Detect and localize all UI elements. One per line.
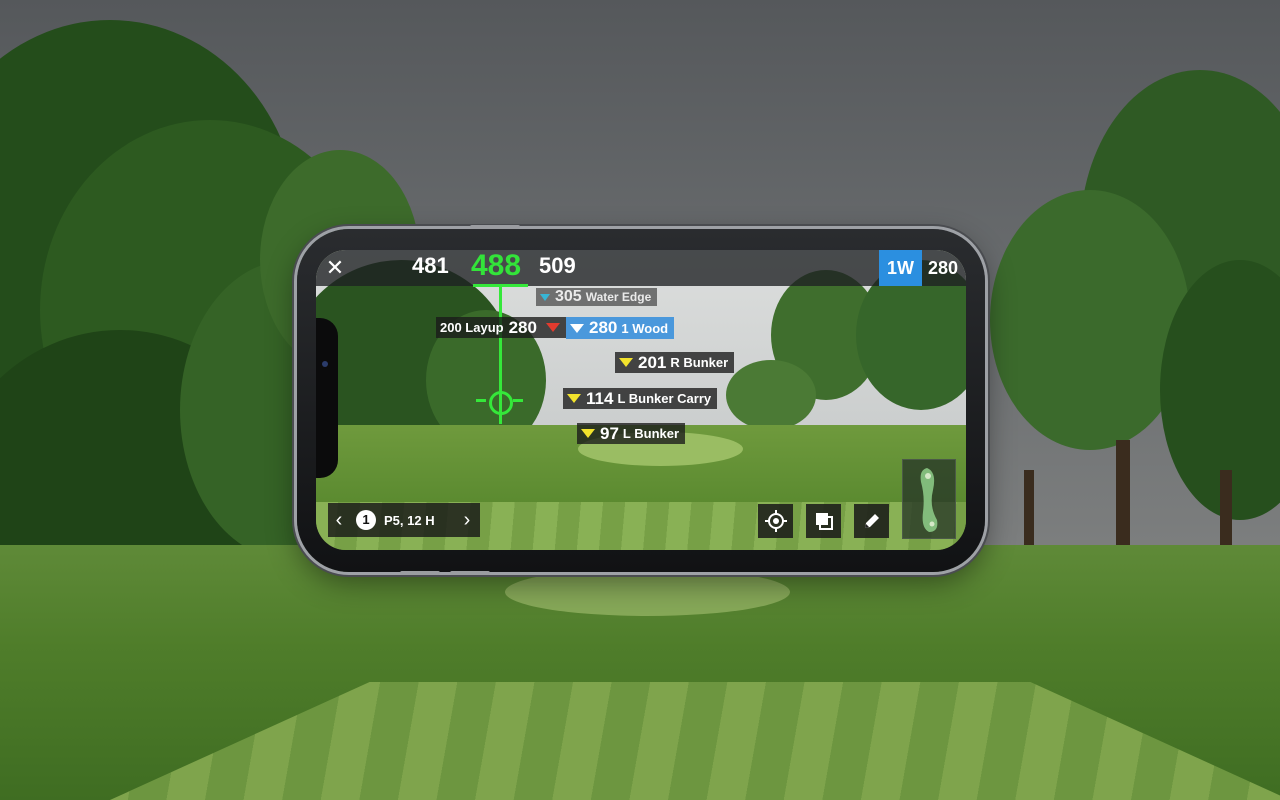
club-selector-button[interactable]: 1W bbox=[879, 250, 922, 286]
marker-r-bunker[interactable]: 201 R Bunker bbox=[615, 352, 735, 373]
phone-side-button bbox=[450, 571, 490, 575]
hole-navigator: ‹ 1 P5, 12 H › bbox=[328, 503, 480, 537]
marker-triangle-icon bbox=[619, 358, 633, 367]
club-distance: 280 bbox=[928, 258, 959, 278]
marker-triangle-icon bbox=[545, 323, 560, 332]
aim-reticle-left bbox=[476, 399, 486, 402]
phone-camera bbox=[322, 361, 328, 367]
phone-side-button bbox=[400, 571, 440, 575]
marker-1-wood[interactable]: 280 1 Wood bbox=[566, 317, 675, 339]
phone-side-button bbox=[470, 225, 520, 229]
edit-button[interactable] bbox=[854, 504, 889, 538]
close-icon[interactable]: ✕ bbox=[324, 255, 346, 281]
hole-map-icon bbox=[920, 468, 938, 532]
phone-notch bbox=[316, 318, 338, 478]
marker-triangle-icon bbox=[570, 323, 584, 333]
locate-button[interactable] bbox=[758, 504, 793, 538]
distance-top-bar: ✕ 481 488 509 1W 280 bbox=[316, 250, 966, 286]
distance-front: 509 bbox=[539, 253, 576, 278]
marker-l-bunker-carry[interactable]: 114 L Bunker Carry bbox=[563, 388, 718, 409]
fairway bbox=[505, 568, 790, 616]
marker-water-edge[interactable]: 305 Water Edge bbox=[536, 288, 658, 306]
aim-reticle-right bbox=[513, 399, 523, 402]
distance-center: 488 bbox=[471, 250, 522, 282]
crosshair-icon bbox=[764, 510, 787, 532]
marker-layup[interactable]: 200 Layup 280 bbox=[436, 317, 566, 338]
marker-triangle-icon bbox=[581, 429, 595, 438]
layers-button[interactable] bbox=[806, 504, 841, 538]
camera-tree bbox=[726, 360, 816, 430]
marker-triangle-icon bbox=[567, 394, 581, 403]
layers-icon bbox=[815, 513, 833, 530]
distance-back: 481 bbox=[412, 253, 449, 278]
chevron-left-icon[interactable]: ‹ bbox=[328, 509, 350, 532]
hole-info: P5, 12 H bbox=[384, 512, 435, 528]
chevron-right-icon[interactable]: › bbox=[456, 509, 478, 532]
aim-reticle[interactable] bbox=[489, 391, 513, 415]
marker-l-bunker[interactable]: 97 L Bunker bbox=[577, 423, 686, 444]
hole-map-thumbnail[interactable] bbox=[902, 459, 956, 539]
tree bbox=[990, 190, 1190, 450]
app-screen: ✕ 481 488 509 1W 280 305 Water Edge 200 … bbox=[316, 250, 966, 550]
hole-number-badge[interactable]: 1 bbox=[356, 510, 376, 530]
marker-triangle-icon bbox=[540, 293, 550, 301]
pencil-icon bbox=[864, 514, 879, 528]
